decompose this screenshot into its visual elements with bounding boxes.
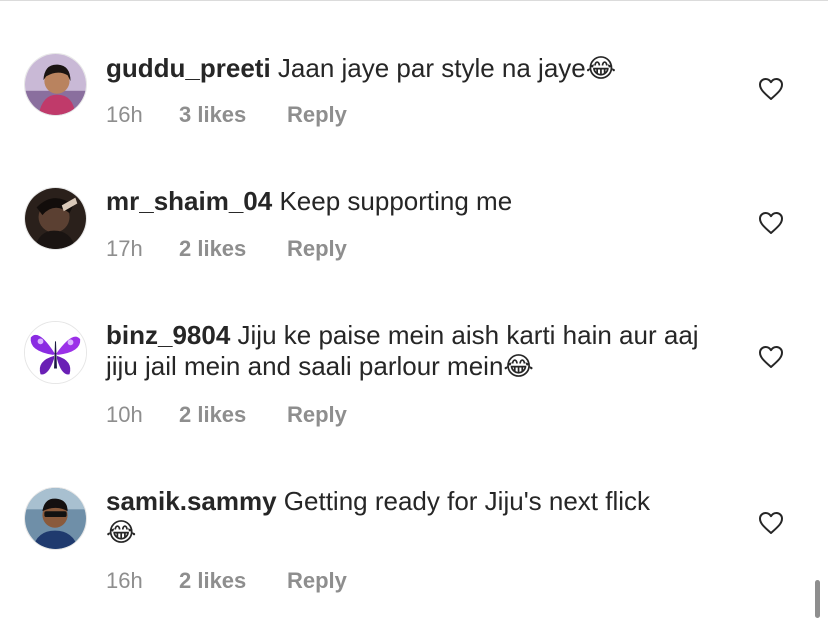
- comment-body: guddu_preeti Jaan jaye par style na jaye…: [106, 53, 726, 85]
- comment-text-block: mr_shaim_04 Keep supporting me: [106, 186, 726, 217]
- comment-likes-link[interactable]: 3 likes: [179, 102, 287, 128]
- comment-time: 16h: [106, 102, 143, 127]
- comment-likes-link[interactable]: 2 likes: [179, 402, 287, 428]
- comment-likes-link[interactable]: 2 likes: [179, 568, 287, 594]
- comment-likes-link[interactable]: 2 likes: [179, 236, 287, 262]
- comment-text: Keep supporting me: [279, 186, 513, 216]
- avatar[interactable]: [24, 187, 87, 250]
- comment-username[interactable]: samik.sammy: [106, 486, 277, 516]
- reply-button[interactable]: Reply: [287, 402, 347, 428]
- avatar[interactable]: [24, 321, 87, 384]
- heart-outline-icon[interactable]: [758, 211, 784, 235]
- comment-text-block: binz_9804 Jiju ke paise mein aish karti …: [106, 320, 726, 383]
- comment-text-block: guddu_preeti Jaan jaye par style na jaye…: [106, 53, 726, 85]
- comment-time: 10h: [106, 402, 143, 427]
- avatar[interactable]: [24, 487, 87, 550]
- comment-time: 17h: [106, 236, 143, 261]
- comment-body: samik.sammy Getting ready for Jiju's nex…: [106, 486, 726, 549]
- comment-meta: 17h 2 likes Reply: [106, 236, 347, 262]
- laughing-emoji: 😂: [503, 352, 534, 382]
- comment-time: 16h: [106, 568, 143, 593]
- laughing-emoji: 😂: [585, 54, 617, 84]
- reply-button[interactable]: Reply: [287, 102, 347, 128]
- comment-text-block: samik.sammy Getting ready for Jiju's nex…: [106, 486, 726, 549]
- scrollbar-thumb[interactable]: [815, 580, 820, 618]
- laughing-emoji: 😂: [106, 518, 137, 548]
- heart-outline-icon[interactable]: [758, 511, 784, 535]
- comment-meta: 10h 2 likes Reply: [106, 402, 347, 428]
- comment-body: binz_9804 Jiju ke paise mein aish karti …: [106, 320, 726, 383]
- comment-username[interactable]: guddu_preeti: [106, 53, 271, 83]
- comment-meta: 16h 2 likes Reply: [106, 568, 347, 594]
- comment-text: Getting ready for Jiju's next flick: [283, 486, 651, 516]
- comment-username[interactable]: binz_9804: [106, 320, 230, 350]
- comment-meta: 16h 3 likes Reply: [106, 102, 347, 128]
- comment-text: Jaan jaye par style na jaye: [277, 53, 586, 83]
- reply-button[interactable]: Reply: [287, 236, 347, 262]
- top-divider: [0, 0, 828, 1]
- reply-button[interactable]: Reply: [287, 568, 347, 594]
- avatar[interactable]: [24, 53, 87, 116]
- comment-username[interactable]: mr_shaim_04: [106, 186, 272, 216]
- comment-body: mr_shaim_04 Keep supporting me: [106, 186, 726, 217]
- heart-outline-icon[interactable]: [758, 345, 784, 369]
- heart-outline-icon[interactable]: [758, 77, 784, 101]
